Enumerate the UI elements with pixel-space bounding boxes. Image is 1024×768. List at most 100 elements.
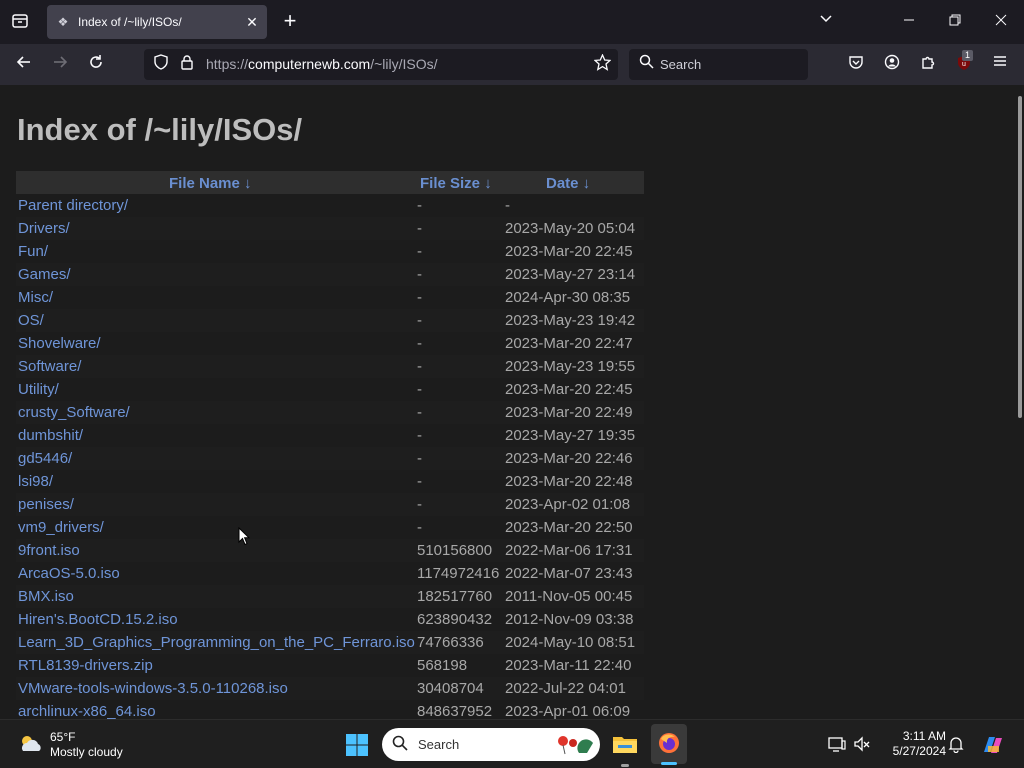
url-path: /~lily/ISOs/ [370, 56, 438, 72]
sort-by-name-link[interactable]: File Name ↓ [169, 175, 252, 192]
file-date: 2023-May-27 23:14 [505, 266, 636, 283]
file-link[interactable]: BMX.iso [18, 588, 74, 605]
file-link[interactable]: OS/ [18, 312, 44, 329]
file-size: - [417, 427, 422, 444]
windows-start-icon[interactable] [344, 733, 370, 763]
table-row: gd5446/ - 2023-Mar-20 22:46 [16, 447, 644, 470]
clock-date: 5/27/2024 [892, 744, 946, 758]
firefox-icon [659, 733, 679, 753]
file-link[interactable]: 9front.iso [18, 542, 80, 559]
file-date: 2023-Apr-02 01:08 [505, 496, 631, 513]
file-link[interactable]: gd5446/ [18, 450, 72, 467]
file-link[interactable]: Shovelware/ [18, 335, 101, 352]
weather-temperature[interactable]: 65°F [50, 730, 75, 744]
file-size: 1174972416 [417, 565, 500, 582]
file-size: - [417, 335, 422, 352]
tab-overview-icon[interactable] [10, 12, 30, 36]
extension-badge-count: 1 [962, 50, 974, 61]
url-scheme: https:// [206, 56, 249, 72]
volume-muted-icon[interactable] [852, 735, 872, 759]
table-row: Shovelware/ - 2023-Mar-20 22:47 [16, 332, 644, 355]
sort-by-size-link[interactable]: File Size ↓ [420, 175, 492, 192]
pocket-icon[interactable] [846, 54, 866, 76]
table-header: File Name ↓ File Size ↓ Date ↓ [16, 171, 644, 194]
file-link[interactable]: lsi98/ [18, 473, 53, 490]
ublock-origin-icon[interactable]: u 1 [953, 50, 975, 78]
file-size: - [417, 243, 422, 260]
minimize-window-icon[interactable] [898, 12, 920, 32]
file-link[interactable]: Learn_3D_Graphics_Programming_on_the_PC_… [18, 634, 415, 651]
svg-text:u: u [962, 61, 966, 68]
file-size: - [417, 220, 422, 237]
search-bar[interactable]: Search [629, 49, 808, 80]
file-link[interactable]: RTL8139-drivers.zip [18, 657, 153, 674]
file-date: 2023-May-23 19:42 [505, 312, 636, 329]
file-link[interactable]: Parent directory/ [18, 197, 128, 214]
file-link[interactable]: Utility/ [18, 381, 59, 398]
table-row: lsi98/ - 2023-Mar-20 22:48 [16, 470, 644, 493]
file-date: 2011-Nov-05 00:45 [505, 588, 633, 605]
close-tab-icon[interactable]: ✕ [241, 14, 263, 31]
notification-bell-icon[interactable] [946, 735, 966, 759]
file-size: - [417, 358, 422, 375]
file-date: 2022-Mar-07 23:43 [505, 565, 633, 582]
weather-condition[interactable]: Mostly cloudy [50, 745, 123, 759]
close-window-icon[interactable] [990, 12, 1012, 32]
tab-strip: ❖ Index of /~lily/ISOs/ ✕ + [0, 0, 1024, 44]
file-link[interactable]: Fun/ [18, 243, 48, 260]
file-date: - [505, 197, 510, 214]
taskbar-search-box[interactable]: Search [382, 728, 600, 761]
app-menu-hamburger-icon[interactable] [990, 54, 1010, 74]
file-date: 2023-May-20 05:04 [505, 220, 636, 237]
reload-icon[interactable] [85, 54, 107, 76]
address-bar[interactable]: https://computernewb.com/~lily/ISOs/ [144, 49, 618, 80]
file-link[interactable]: VMware-tools-windows-3.5.0-110268.iso [18, 680, 288, 697]
mouse-cursor-icon [238, 527, 250, 546]
file-link[interactable]: archlinux-x86_64.iso [18, 703, 156, 719]
file-date: 2023-Mar-20 22:50 [505, 519, 633, 536]
file-link[interactable]: crusty_Software/ [18, 404, 130, 421]
file-link[interactable]: Software/ [18, 358, 81, 375]
firefox-taskbar-button[interactable] [651, 724, 687, 765]
tab-active[interactable]: ❖ Index of /~lily/ISOs/ ✕ [47, 5, 267, 39]
url-host: computernewb.com [248, 56, 371, 72]
system-clock[interactable]: 3:11 AM 5/27/2024 [880, 729, 946, 759]
bookmark-star-icon[interactable] [592, 53, 612, 77]
file-date: 2023-Mar-20 22:45 [505, 381, 633, 398]
file-size: 182517760 [417, 588, 493, 605]
copilot-icon[interactable] [979, 732, 1007, 764]
list-all-tabs-chevron-icon[interactable] [815, 12, 837, 32]
file-size: - [417, 266, 422, 283]
file-size: 30408704 [417, 680, 484, 697]
file-link[interactable]: penises/ [18, 496, 74, 513]
file-link[interactable]: Games/ [18, 266, 71, 283]
clock-time: 3:11 AM [902, 729, 946, 743]
directory-listing-table: File Name ↓ File Size ↓ Date ↓ Parent di… [16, 171, 644, 719]
tracking-protection-shield-icon[interactable] [151, 54, 171, 76]
file-size: - [417, 197, 422, 214]
extensions-puzzle-icon[interactable] [918, 54, 938, 76]
forward-arrow-icon[interactable] [49, 54, 71, 76]
new-tab-icon[interactable]: + [279, 10, 301, 32]
lock-icon[interactable] [177, 54, 197, 76]
file-link[interactable]: Misc/ [18, 289, 53, 306]
file-date: 2023-May-27 19:35 [505, 427, 636, 444]
restore-window-icon[interactable] [944, 12, 966, 32]
back-arrow-icon[interactable] [13, 54, 35, 76]
file-explorer-running-indicator [621, 764, 629, 767]
table-row: RTL8139-drivers.zip 568198 2023-Mar-11 22:… [16, 654, 644, 677]
table-row: ArcaOS-5.0.iso 1174972416 2022-Mar-07 23:4… [16, 562, 644, 585]
page-scrollbar[interactable] [1018, 96, 1022, 418]
file-link[interactable]: vm9_drivers/ [18, 519, 104, 536]
sort-by-date-link[interactable]: Date ↓ [546, 175, 590, 192]
file-link[interactable]: Drivers/ [18, 220, 70, 237]
file-explorer-icon[interactable] [612, 732, 638, 762]
network-icon[interactable] [827, 735, 847, 759]
table-row: dumbshit/ - 2023-May-27 19:35 [16, 424, 644, 447]
file-link[interactable]: dumbshit/ [18, 427, 83, 444]
account-icon[interactable] [882, 54, 902, 76]
weather-cloud-icon[interactable] [16, 732, 46, 760]
file-link[interactable]: Hiren's.BootCD.15.2.iso [18, 611, 178, 628]
file-link[interactable]: ArcaOS-5.0.iso [18, 565, 120, 582]
file-size: - [417, 473, 422, 490]
